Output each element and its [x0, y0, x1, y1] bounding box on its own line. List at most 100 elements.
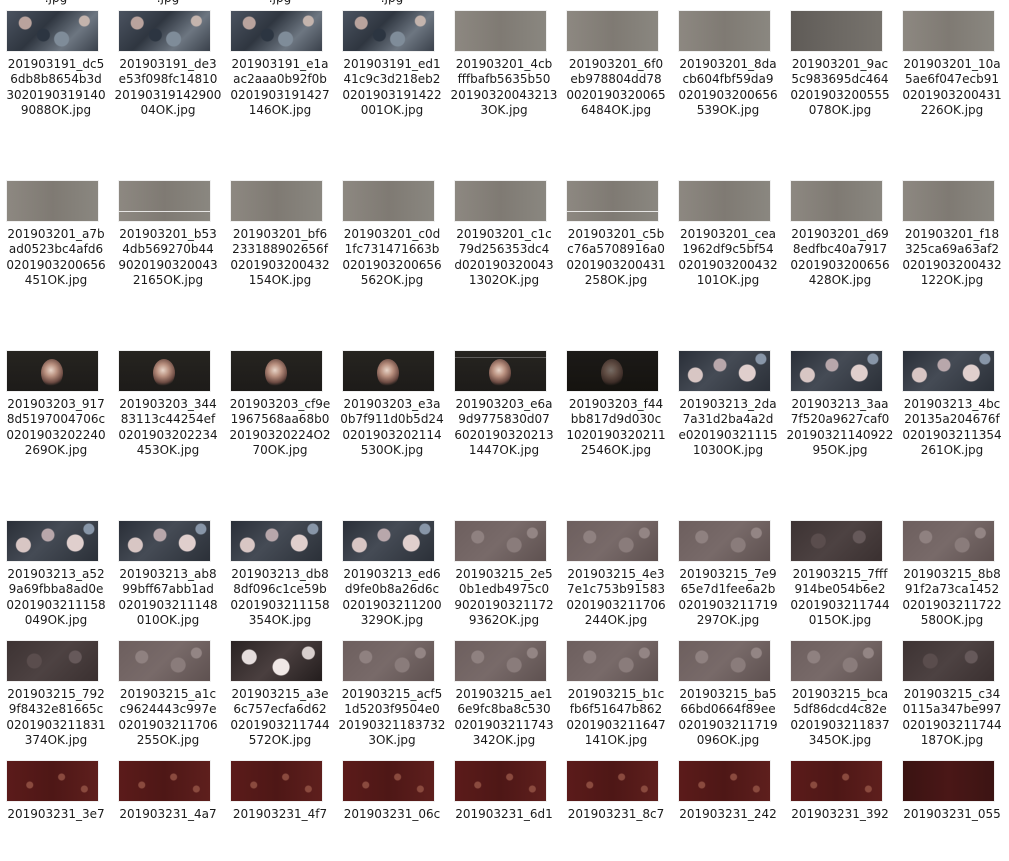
file-thumbnail[interactable] [679, 641, 770, 681]
file-thumbnail[interactable] [903, 521, 994, 561]
file-thumbnail[interactable] [791, 11, 882, 51]
file-item[interactable]: 201903201_cea 1962df9c5bf54 0201903200432 1… [672, 181, 784, 287]
file-item[interactable]: 201903215_bca 5df86dcd4c82e 0201903211837 3… [784, 641, 896, 747]
file-name[interactable]: 201903201_a7b ad0523bc4afd6 0201903200656 4… [0, 227, 112, 289]
file-item[interactable]: 201903203_e6a 9d9775830d07 6020190320213 14… [448, 351, 560, 457]
file-name[interactable]: 201903191_de3 e53f098fc14810 2019031914290… [112, 57, 224, 119]
file-thumbnail[interactable] [231, 521, 322, 561]
file-thumbnail[interactable] [455, 11, 546, 51]
file-thumbnail[interactable] [455, 641, 546, 681]
file-thumbnail[interactable] [119, 641, 210, 681]
file-thumbnail[interactable] [679, 761, 770, 801]
file-item[interactable]: 201903213_4bc 20135a204676f 0201903211354 2… [896, 351, 1008, 457]
file-item[interactable]: 201903231_055 [896, 761, 1008, 861]
file-name[interactable]: 201903201_8da cb604fbf59da9 0201903200656 5… [672, 57, 784, 119]
file-thumbnail[interactable] [119, 11, 210, 51]
file-name[interactable]: 201903213_ed6 d9fe0b8a26d6c 0201903211200 3… [336, 567, 448, 629]
file-thumbnail[interactable] [679, 351, 770, 391]
file-name[interactable]: 201903201_bf6 233188902656f 0201903200432 1… [224, 227, 336, 289]
file-name[interactable]: 201903231_242 [672, 807, 784, 822]
file-item[interactable]: 201903201_9ac 5c983695dc464 0201903200555 0… [784, 11, 896, 117]
file-item[interactable]: 201903231_3e7 [0, 761, 112, 861]
file-name[interactable]: 201903215_792 9f8432e81665c 0201903211831 3… [0, 687, 112, 749]
file-name[interactable]: 201903203_f44 bb817d9d030c 1020190320211 25… [560, 397, 672, 459]
file-thumbnail[interactable] [343, 11, 434, 51]
file-name[interactable]: 201903231_3e7 [0, 807, 112, 822]
file-item[interactable]: 201903201_bf6 233188902656f 0201903200432 1… [224, 181, 336, 287]
file-thumbnail[interactable] [343, 761, 434, 801]
file-item[interactable]: 201903231_4f7 [224, 761, 336, 861]
file-item[interactable]: 201903201_c5b c76a5708916a0 0201903200431 2… [560, 181, 672, 287]
file-item[interactable]: 201903215_a1c c9624443c997e 0201903211706 2… [112, 641, 224, 747]
file-name[interactable]: 201903201_cea 1962df9c5bf54 0201903200432 1… [672, 227, 784, 289]
file-name[interactable]: 201903201_f18 325ca69a63af2 0201903200432 1… [896, 227, 1008, 289]
file-thumbnail[interactable] [7, 11, 98, 51]
file-item[interactable]: 201903213_3aa 7f520a9627caf0 2019032114092… [784, 351, 896, 457]
file-item[interactable]: 201903213_db8 8df096c1ce59b 0201903211158 3… [224, 521, 336, 627]
file-name[interactable]: 201903231_392 [784, 807, 896, 822]
file-thumbnail[interactable] [679, 11, 770, 51]
file-item[interactable]: 201903191_ed1 41c9c3d218eb2 0201903191422 0… [336, 11, 448, 117]
file-name[interactable]: 201903231_8c7 [560, 807, 672, 822]
file-name[interactable]: 201903215_ae1 6e9fc8ba8c530 0201903211743 3… [448, 687, 560, 749]
file-name[interactable]: 201903201_4cb fffbafb5635b50 2019032004321… [448, 57, 560, 119]
file-thumbnail[interactable] [7, 181, 98, 221]
file-item[interactable]: 201903213_ab8 99bff67abb1ad 0201903211148 0… [112, 521, 224, 627]
file-name[interactable]: 201903215_a1c c9624443c997e 0201903211706 2… [112, 687, 224, 749]
file-item[interactable]: 201903231_6d1 [448, 761, 560, 861]
file-thumbnail[interactable] [567, 351, 658, 391]
file-thumbnail[interactable] [119, 521, 210, 561]
file-thumbnail[interactable] [231, 761, 322, 801]
file-thumbnail[interactable] [231, 11, 322, 51]
file-thumbnail[interactable] [119, 761, 210, 801]
file-thumbnail[interactable] [791, 641, 882, 681]
file-thumbnail[interactable] [7, 351, 98, 391]
file-thumbnail[interactable] [679, 521, 770, 561]
file-name[interactable]: 201903215_ba5 66bd0664f89ee 0201903211719 0… [672, 687, 784, 749]
file-thumbnail[interactable] [903, 641, 994, 681]
file-item[interactable]: 201903213_2da 7a31d2ba4a2d e020190321115 10… [672, 351, 784, 457]
file-item[interactable]: 201903201_8da cb604fbf59da9 0201903200656 5… [672, 11, 784, 117]
file-thumbnail[interactable] [343, 521, 434, 561]
file-thumbnail[interactable] [7, 761, 98, 801]
file-thumbnail[interactable] [567, 11, 658, 51]
file-thumbnail[interactable] [455, 521, 546, 561]
file-item[interactable]: 201903203_344 83113c44254ef 0201903202234 4… [112, 351, 224, 457]
file-name[interactable]: 201903191_e1a ac2aaa0b92f0b 0201903191427 1… [224, 57, 336, 119]
file-name[interactable]: 201903231_06c [336, 807, 448, 822]
file-item[interactable]: 201903215_4e3 7e1c753b91583 0201903211706 2… [560, 521, 672, 627]
file-name[interactable]: 201903201_c5b c76a5708916a0 0201903200431 2… [560, 227, 672, 289]
file-item[interactable]: 201903215_7fff 914be054b6e2 0201903211744 0… [784, 521, 896, 627]
file-name[interactable]: 201903201_b53 4db569270b44 9020190320043 21… [112, 227, 224, 289]
file-item[interactable]: 201903215_a3e 6c757ecfa6d62 0201903211744 5… [224, 641, 336, 747]
file-item[interactable]: 201903201_d69 8edfbc40a7917 0201903200656 4… [784, 181, 896, 287]
file-item[interactable]: 201903201_c0d 1fc731471663b 0201903200656 5… [336, 181, 448, 287]
file-name[interactable]: 201903215_7e9 65e7d1fee6a2b 0201903211719 2… [672, 567, 784, 629]
file-thumbnail[interactable] [7, 641, 98, 681]
file-name[interactable]: 201903201_10a 5ae6f047ecb91 0201903200431 2… [896, 57, 1008, 119]
file-item[interactable]: 201903215_b1c fb6f51647b862 0201903211647 1… [560, 641, 672, 747]
file-item[interactable]: 201903231_06c [336, 761, 448, 861]
file-item[interactable]: 201903215_ae1 6e9fc8ba8c530 0201903211743 3… [448, 641, 560, 747]
file-item[interactable]: 201903215_2e5 0b1edb4975c0 9020190321172 93… [448, 521, 560, 627]
file-name[interactable]: 201903201_c0d 1fc731471663b 0201903200656 5… [336, 227, 448, 289]
file-thumbnail[interactable] [343, 181, 434, 221]
file-name[interactable]: 201903203_e3a 0b7f911d0b5d24 0201903202114… [336, 397, 448, 459]
file-name[interactable]: 201903231_055 [896, 807, 1008, 822]
file-item[interactable]: 201903201_f18 325ca69a63af2 0201903200432 1… [896, 181, 1008, 287]
file-thumbnail[interactable] [791, 351, 882, 391]
file-thumbnail[interactable] [903, 351, 994, 391]
file-thumbnail[interactable] [119, 181, 210, 221]
file-thumbnail[interactable] [231, 181, 322, 221]
file-name[interactable]: 201903215_c34 0115a347be997 0201903211744 1… [896, 687, 1008, 749]
file-item[interactable]: 201903201_4cb fffbafb5635b50 2019032004321… [448, 11, 560, 117]
file-thumbnail[interactable] [903, 761, 994, 801]
file-name[interactable]: 201903203_917 8d5197004706c 0201903202240 2… [0, 397, 112, 459]
file-name[interactable]: 201903215_4e3 7e1c753b91583 0201903211706 2… [560, 567, 672, 629]
file-name[interactable]: 201903213_2da 7a31d2ba4a2d e020190321115 10… [672, 397, 784, 459]
file-name[interactable]: 201903213_db8 8df096c1ce59b 0201903211158 3… [224, 567, 336, 629]
file-item[interactable]: 201903201_10a 5ae6f047ecb91 0201903200431 2… [896, 11, 1008, 117]
file-name[interactable]: 201903203_344 83113c44254ef 0201903202234 4… [112, 397, 224, 459]
file-item[interactable]: 201903203_cf9e 1967568aa68b0 20190320224O2… [224, 351, 336, 457]
file-item[interactable]: 201903191_e1a ac2aaa0b92f0b 0201903191427 1… [224, 11, 336, 117]
